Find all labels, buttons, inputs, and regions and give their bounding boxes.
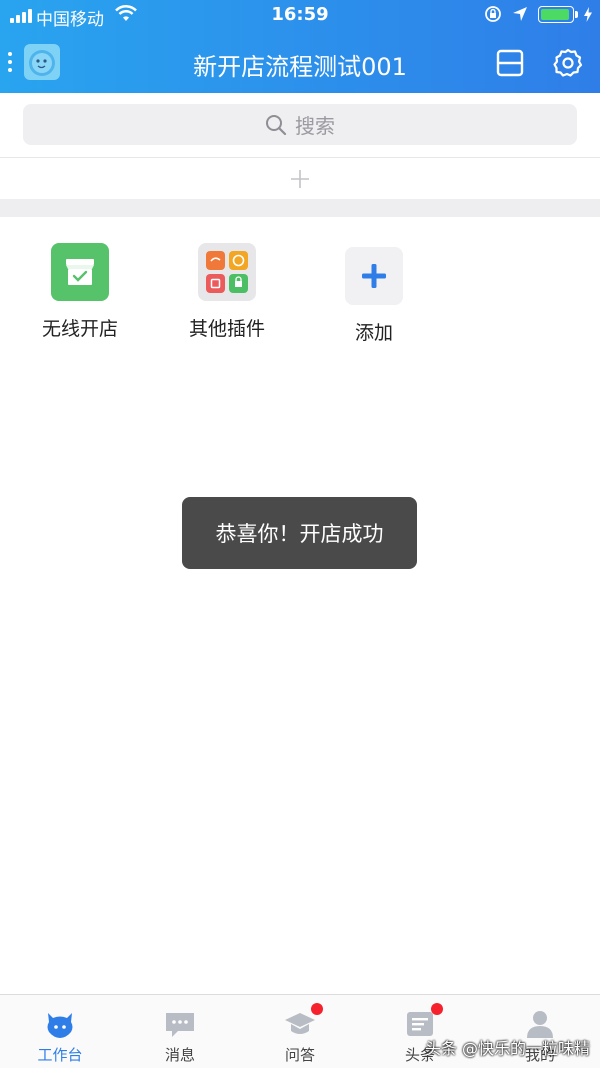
charging-icon: [584, 6, 592, 22]
add-icon: [291, 170, 309, 188]
scan-layout-icon[interactable]: [494, 47, 526, 79]
news-badge: [431, 1003, 443, 1015]
app-header: 新开店流程测试001: [0, 32, 600, 93]
location-arrow-icon: [513, 7, 527, 21]
watermark: 头条 @快乐的一粒味精: [424, 1039, 590, 1058]
rotation-lock-icon: [485, 6, 501, 22]
app-label: 其他插件: [188, 318, 265, 340]
app-label: 添加: [354, 322, 393, 344]
app-grid: 无线开店 其他插件 添加: [0, 217, 600, 357]
toast-message: 恭喜你！开店成功: [215, 522, 384, 546]
message-icon: [166, 1013, 194, 1037]
search-input[interactable]: 搜索: [23, 104, 577, 145]
store-icon: [51, 243, 109, 301]
search-placeholder: 搜索: [295, 114, 335, 138]
search-icon: [266, 114, 287, 135]
tab-label: 工作台: [37, 1046, 83, 1064]
tab-messages[interactable]: 消息: [120, 995, 240, 1068]
search-area: 搜索: [0, 93, 600, 157]
add-section-button[interactable]: [0, 157, 600, 200]
qa-icon: [285, 1013, 315, 1034]
app-item-add[interactable]: 添加: [299, 247, 449, 345]
plugins-icon: [198, 243, 256, 301]
tab-workbench[interactable]: 工作台: [0, 995, 120, 1068]
app-item-wireless-store[interactable]: 无线开店: [5, 243, 155, 341]
app-item-other-plugins[interactable]: 其他插件: [152, 243, 302, 341]
qa-badge: [311, 1003, 323, 1015]
tab-qa[interactable]: 问答: [240, 995, 360, 1068]
workbench-icon: [47, 1013, 73, 1038]
tab-label: 消息: [164, 1046, 195, 1064]
battery-icon: [538, 5, 578, 23]
settings-gear-icon[interactable]: [552, 47, 584, 79]
plus-icon: [345, 247, 403, 305]
section-divider: [0, 199, 600, 217]
tab-label: 问答: [284, 1046, 315, 1064]
app-label: 无线开店: [41, 318, 118, 340]
success-toast: 恭喜你！开店成功: [182, 497, 417, 569]
top-bar: 中国移动 16:59 新开店流程测试001: [0, 0, 600, 93]
status-bar: 中国移动 16:59: [0, 0, 600, 32]
